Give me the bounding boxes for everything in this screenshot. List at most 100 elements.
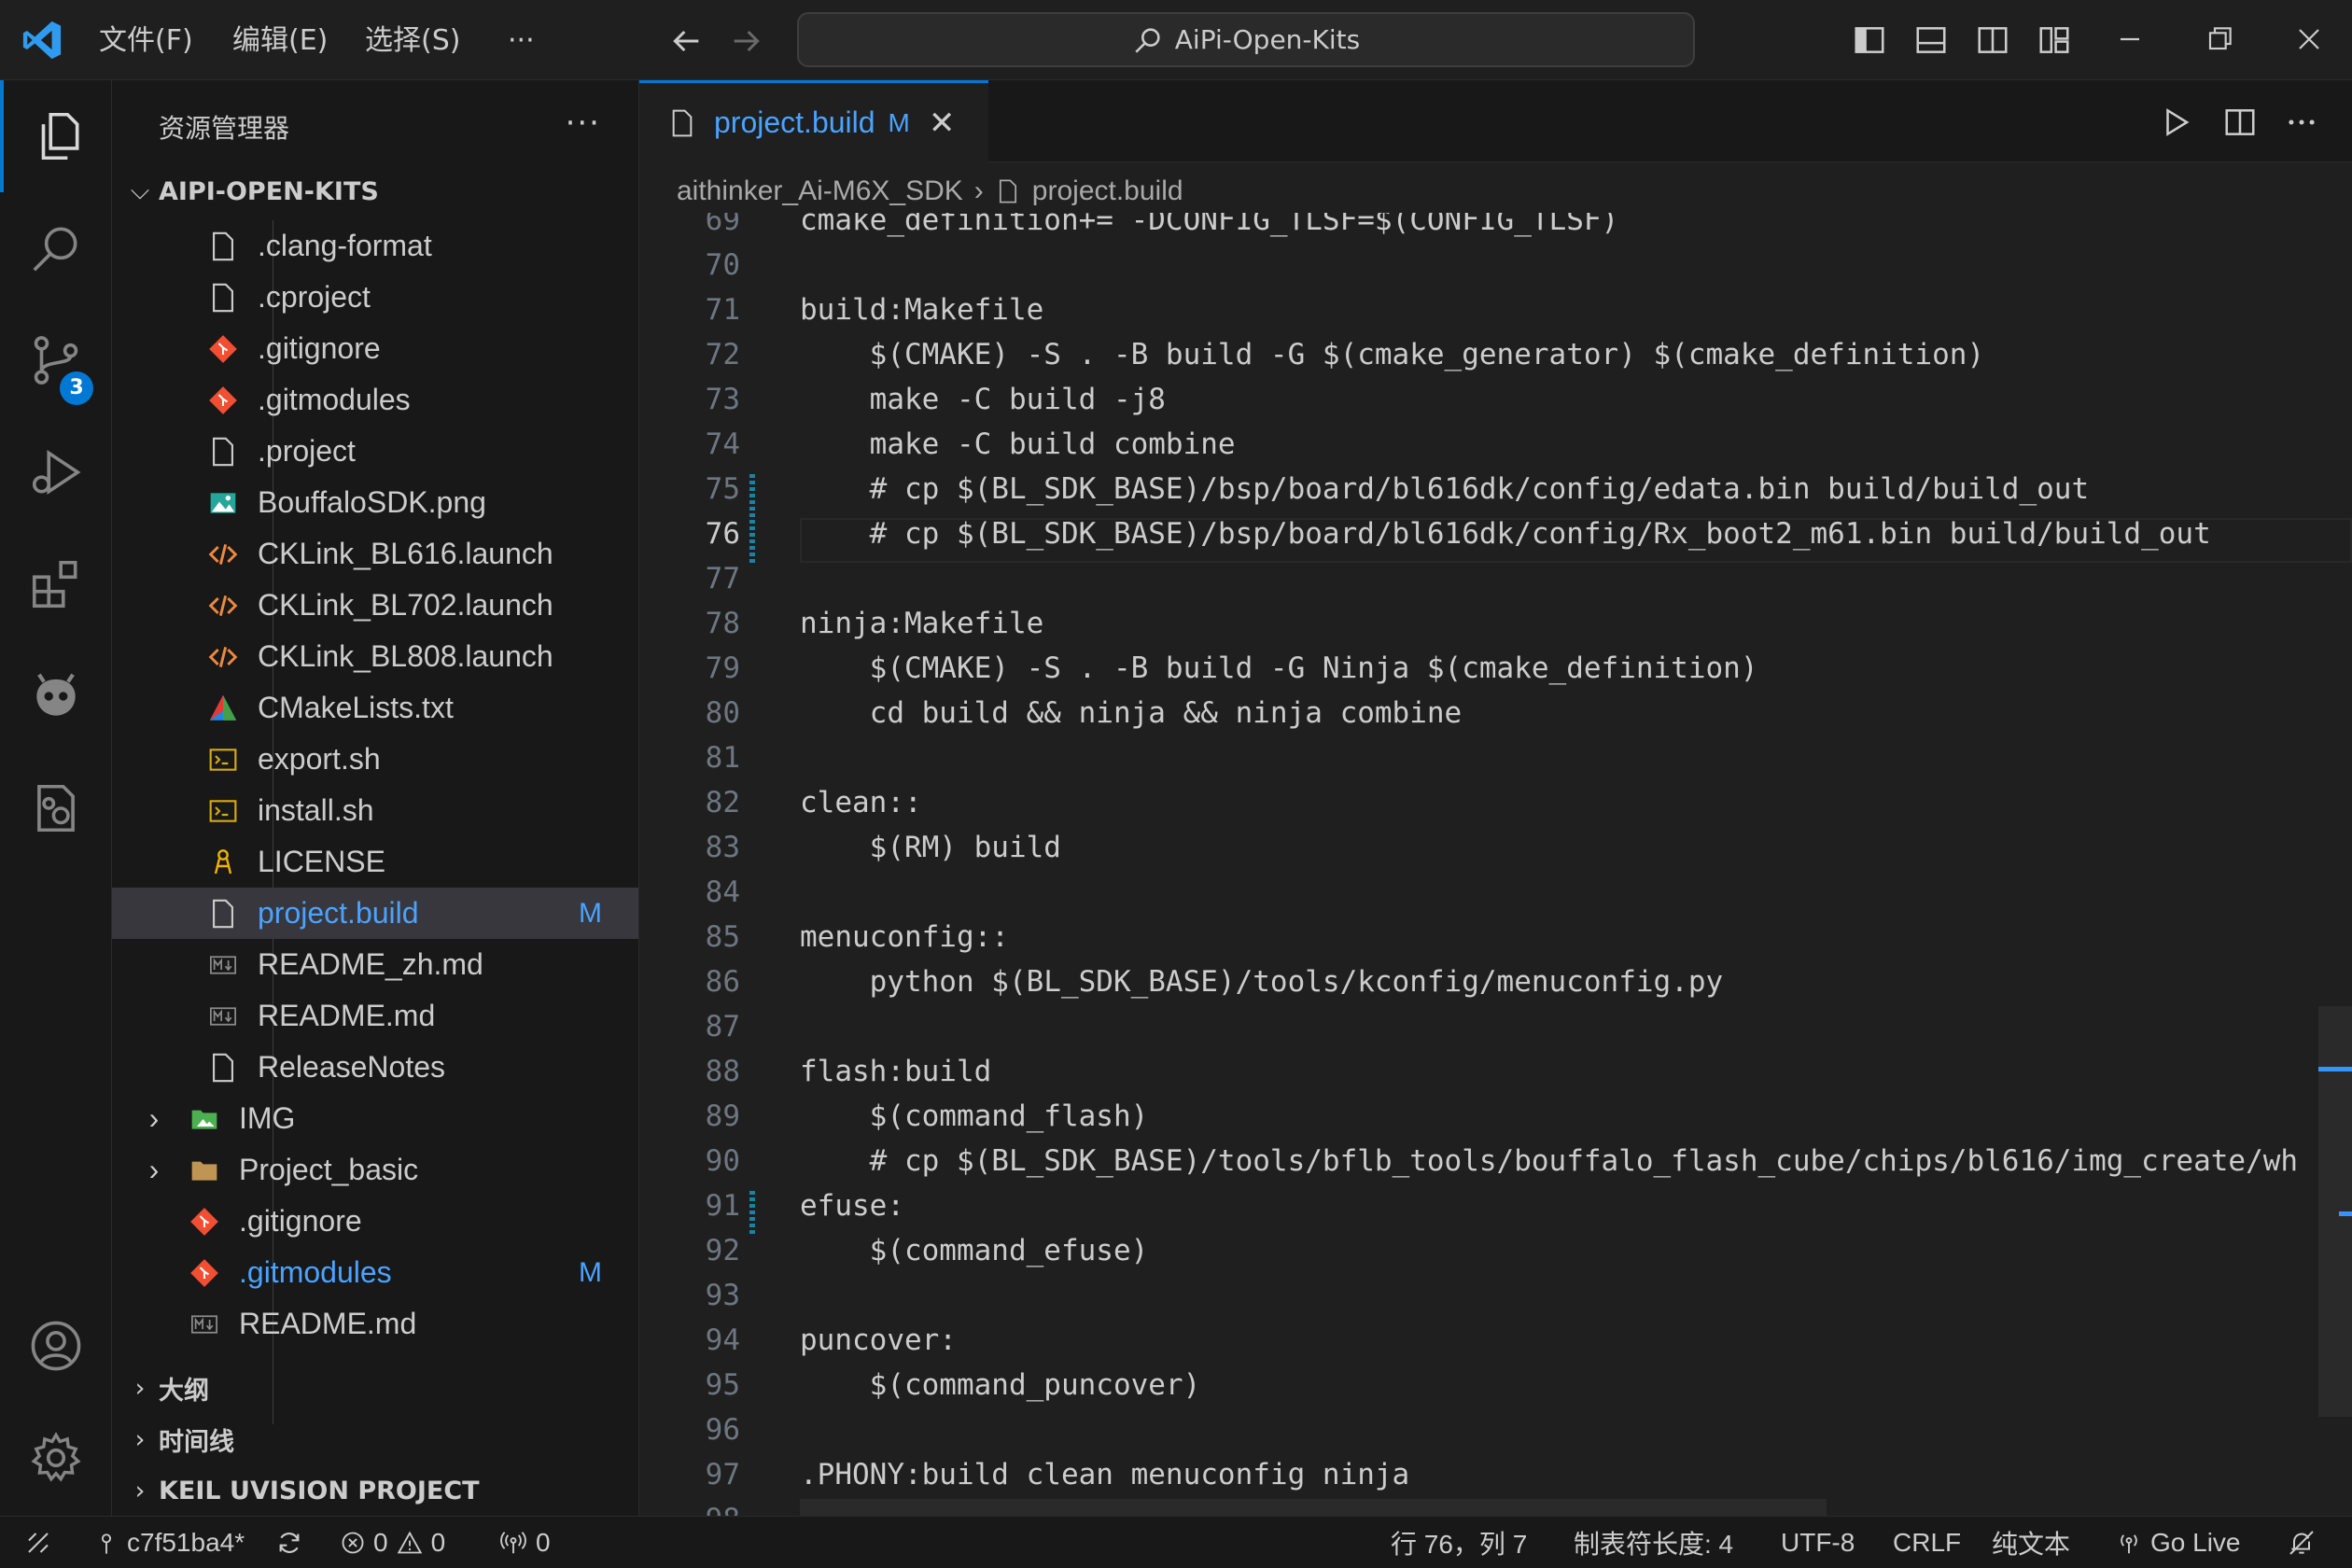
warning-icon: [397, 1531, 422, 1554]
toggle-primary-sidebar-icon[interactable]: [1852, 22, 1887, 58]
file-name: .cproject: [258, 280, 371, 314]
forward-arrow-icon[interactable]: [728, 22, 765, 60]
code-line: 88 flash:build: [639, 1049, 2352, 1094]
problems-indicator[interactable]: 0 0: [340, 1517, 445, 1568]
line-text: clean::: [800, 786, 922, 819]
file-name: CKLink_BL808.launch: [258, 639, 553, 673]
editor-group: project.build M ✕ aithinker_Ai-M6X_SDK ›…: [639, 80, 2352, 1516]
menu-edit[interactable]: 编辑(E): [227, 21, 333, 62]
line-number: 82: [705, 786, 740, 819]
outline-section[interactable]: › 大纲: [112, 1363, 638, 1413]
error-count: 0: [373, 1528, 388, 1557]
toggle-secondary-sidebar-icon[interactable]: [1975, 22, 2010, 58]
file-item[interactable]: CKLink_BL808.launch: [112, 631, 638, 682]
file-name: Project_basic: [239, 1153, 419, 1186]
file-item[interactable]: project.build M: [112, 888, 638, 939]
restore-icon[interactable]: [2201, 21, 2238, 58]
activity-remote-explorer[interactable]: [0, 752, 112, 864]
git-branch-indicator[interactable]: c7f51ba4*: [93, 1517, 245, 1568]
timeline-section[interactable]: › 时间线: [112, 1414, 638, 1464]
file-item[interactable]: install.sh: [112, 785, 638, 836]
sync-button[interactable]: [274, 1517, 304, 1568]
minimize-icon[interactable]: [2111, 21, 2149, 58]
line-text: cd build && ninja && ninja combine: [800, 696, 1463, 730]
folder-item[interactable]: › Project_basic: [112, 1144, 638, 1196]
file-item[interactable]: README.md: [112, 1298, 638, 1350]
go-live-button[interactable]: Go Live: [2115, 1517, 2241, 1568]
folder-item[interactable]: › IMG: [112, 1093, 638, 1144]
remote-icon: [28, 1533, 49, 1553]
more-actions-icon[interactable]: [2284, 105, 2319, 140]
line-text: $(CMAKE) -S . -B build -G $(cmake_genera…: [800, 338, 1985, 371]
file-item[interactable]: README_zh.md: [112, 939, 638, 990]
file-item[interactable]: .clang-format: [112, 220, 638, 272]
cursor-position[interactable]: 行 76，列 7: [1391, 1517, 1527, 1568]
toggle-panel-icon[interactable]: [1913, 22, 1949, 58]
line-text: $(CMAKE) -S . -B build -G Ninja $(cmake_…: [800, 651, 1758, 685]
ports-indicator[interactable]: 0: [498, 1517, 551, 1568]
file-item[interactable]: CMakeLists.txt: [112, 682, 638, 734]
file-name: .gitignore: [239, 1204, 362, 1238]
code-editor[interactable]: 69 cmake_definition+= -DCONFIG_TLSF=$(CON…: [639, 213, 2352, 1516]
file-item[interactable]: export.sh: [112, 734, 638, 785]
file-item[interactable]: CKLink_BL702.launch: [112, 580, 638, 631]
activity-platformio[interactable]: [0, 640, 112, 752]
line-number: 90: [705, 1144, 740, 1178]
git-file-icon: [187, 1255, 222, 1291]
encoding-indicator[interactable]: UTF-8: [1781, 1517, 1855, 1568]
file-item[interactable]: .gitignore: [112, 323, 638, 374]
notifications-button[interactable]: [2287, 1517, 2317, 1568]
file-item[interactable]: .cproject: [112, 272, 638, 323]
file-file-icon: [205, 1050, 241, 1085]
file-item[interactable]: CKLink_BL616.launch: [112, 528, 638, 580]
file-item[interactable]: LICENSE: [112, 836, 638, 888]
file-item[interactable]: .project: [112, 426, 638, 477]
run-icon[interactable]: [2159, 105, 2194, 140]
file-item[interactable]: .gitmodules: [112, 374, 638, 426]
activity-accounts[interactable]: [0, 1290, 112, 1402]
file-item[interactable]: .gitignore: [112, 1196, 638, 1247]
activity-extensions[interactable]: [0, 528, 112, 640]
line-number: 96: [705, 1413, 740, 1447]
menu-more[interactable]: ···: [502, 21, 540, 62]
close-window-icon[interactable]: [2290, 21, 2328, 58]
file-item[interactable]: .gitmodules M: [112, 1247, 638, 1298]
activity-search[interactable]: [0, 192, 112, 304]
remote-indicator[interactable]: [24, 1517, 52, 1568]
activity-source-control[interactable]: 3: [0, 304, 112, 416]
explorer-more-button[interactable]: ···: [566, 105, 601, 142]
split-editor-icon[interactable]: [2222, 105, 2258, 140]
language-mode-indicator[interactable]: 纯文本: [1992, 1517, 2070, 1568]
status-bar: c7f51ba4* 0 0 0 行 76，列 7 制表符长度: 4 UTF-8: [0, 1516, 2352, 1568]
back-arrow-icon[interactable]: [667, 22, 705, 60]
workspace-folder-header[interactable]: ⌵ AIPI-OPEN-KITS: [112, 166, 638, 217]
chevron-right-icon: ›: [973, 175, 984, 206]
tab-size-indicator[interactable]: 制表符长度: 4: [1574, 1517, 1733, 1568]
code-line: 86 python $(BL_SDK_BASE)/tools/kconfig/m…: [639, 959, 2352, 1004]
activity-manage[interactable]: [0, 1402, 112, 1514]
horizontal-scrollbar[interactable]: [800, 1499, 1827, 1516]
command-center-search[interactable]: AiPi-Open-Kits: [797, 12, 1695, 67]
file-item[interactable]: ReleaseNotes: [112, 1042, 638, 1093]
breadcrumb-folder[interactable]: aithinker_Ai-M6X_SDK: [677, 175, 963, 207]
line-text: $(command_puncover): [800, 1368, 1201, 1402]
file-item[interactable]: BouffaloSDK.png: [112, 477, 638, 528]
code-line: 87: [639, 1004, 2352, 1049]
markdown-file-icon: [205, 947, 241, 983]
file-item[interactable]: README.md: [112, 990, 638, 1042]
menu-file[interactable]: 文件(F): [93, 21, 199, 62]
activity-run-debug[interactable]: [0, 416, 112, 528]
ports-count: 0: [536, 1528, 551, 1557]
markdown-file-icon: [187, 1307, 222, 1342]
cursor-position-label: 行 76，列 7: [1391, 1530, 1528, 1559]
breadcrumb-file[interactable]: project.build: [1032, 175, 1183, 207]
tab-project-build[interactable]: project.build M ✕: [639, 80, 988, 162]
activity-explorer[interactable]: [0, 80, 112, 192]
eol-indicator[interactable]: CRLF: [1893, 1517, 1961, 1568]
menu-selection[interactable]: 选择(S): [359, 21, 466, 62]
tab-close-icon[interactable]: ✕: [929, 105, 956, 142]
keil-project-section[interactable]: › KEIL UVISION PROJECT: [112, 1465, 638, 1516]
line-number: 79: [705, 651, 740, 685]
customize-layout-icon[interactable]: [2037, 22, 2072, 58]
line-number: 73: [705, 383, 740, 416]
